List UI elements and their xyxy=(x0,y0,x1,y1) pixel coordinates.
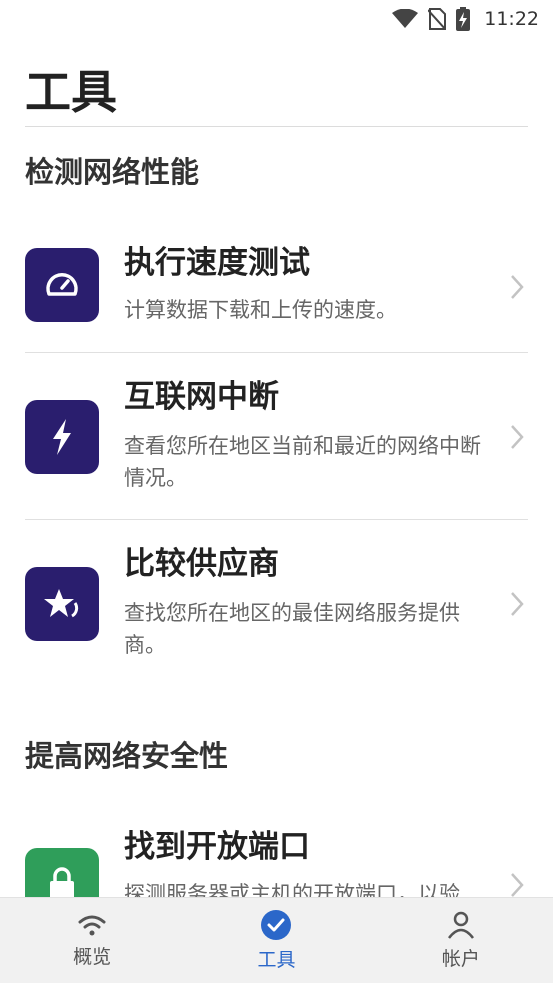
star-icon xyxy=(25,567,99,641)
bottom-navigation: 概览 工具 帐户 xyxy=(0,897,553,983)
nav-item-tools[interactable]: 工具 xyxy=(184,898,368,983)
nav-item-overview[interactable]: 概览 xyxy=(0,898,184,983)
item-divider xyxy=(25,519,528,520)
nav-item-account[interactable]: 帐户 xyxy=(369,898,553,983)
item-description: 查找您所在地区的最佳网络服务提供商。 xyxy=(124,601,460,657)
item-description: 计算数据下载和上传的速度。 xyxy=(124,298,397,322)
check-circle-icon xyxy=(261,910,292,940)
tools-scroll-area[interactable]: 工具 检测网络性能 执行速度测试 计算数据下载和上传的速度。 互联网中断 查看您… xyxy=(0,38,553,897)
wifi-icon xyxy=(78,915,106,936)
chevron-right-icon xyxy=(511,592,524,616)
nav-label: 概览 xyxy=(73,946,112,968)
no-sim-icon xyxy=(428,8,447,30)
chevron-right-icon xyxy=(511,275,524,299)
battery-charging-icon xyxy=(456,7,471,31)
item-divider xyxy=(25,352,528,353)
item-description: 探测服务器或主机的开放端口，以验 xyxy=(124,882,460,897)
person-icon xyxy=(447,911,474,939)
title-divider xyxy=(25,126,528,127)
chevron-right-icon xyxy=(511,425,524,449)
lightning-icon xyxy=(25,400,99,474)
list-item-internet-outage[interactable]: 互联网中断 查看您所在地区当前和最近的网络中断情况。 xyxy=(0,368,553,518)
list-item-open-ports[interactable]: 找到开放端口 探测服务器或主机的开放端口，以验 xyxy=(0,818,553,897)
item-title: 找到开放端口 xyxy=(124,829,310,865)
wifi-signal-icon xyxy=(392,9,419,28)
item-title: 执行速度测试 xyxy=(124,245,310,281)
item-title: 互联网中断 xyxy=(124,379,279,415)
speedometer-icon xyxy=(25,248,99,322)
section-title-network-security: 提高网络安全性 xyxy=(25,739,229,773)
lock-icon xyxy=(25,848,99,897)
status-time: 11:22 xyxy=(484,8,539,30)
list-item-speed-test[interactable]: 执行速度测试 计算数据下载和上传的速度。 xyxy=(0,238,553,353)
list-item-compare-providers[interactable]: 比较供应商 查找您所在地区的最佳网络服务提供商。 xyxy=(0,535,553,685)
page-title: 工具 xyxy=(25,65,117,119)
nav-label: 工具 xyxy=(257,949,296,971)
chevron-right-icon xyxy=(511,873,524,897)
item-description: 查看您所在地区当前和最近的网络中断情况。 xyxy=(124,434,481,490)
item-title: 比较供应商 xyxy=(124,546,279,582)
nav-label: 帐户 xyxy=(441,948,480,970)
section-title-network-performance: 检测网络性能 xyxy=(25,155,200,189)
status-bar: 11:22 xyxy=(0,0,553,38)
